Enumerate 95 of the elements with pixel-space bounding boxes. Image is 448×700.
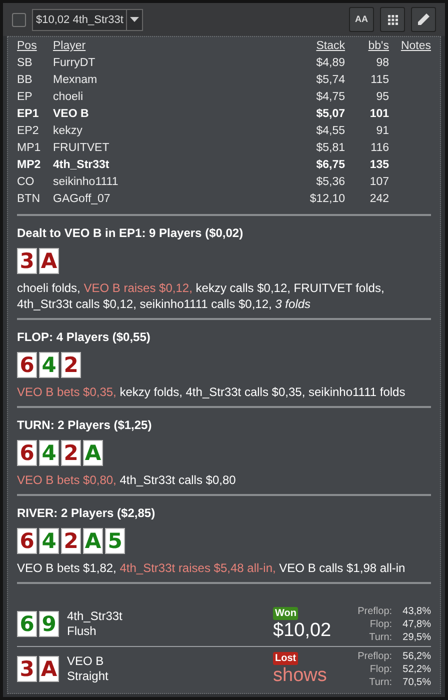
equity-value: 56,2% (402, 650, 431, 662)
pencil-icon (417, 13, 430, 26)
playing-card: 6 (17, 440, 37, 466)
table-cell-text: 116 (370, 141, 389, 156)
table-cell-text: MP2 (17, 158, 42, 173)
table-cell-text: kekzy (53, 124, 84, 139)
result-amount: $10,02 (273, 620, 332, 642)
column-header[interactable]: Player (53, 38, 283, 55)
playing-card: 9 (39, 611, 59, 637)
hand-select[interactable]: $10,02 4th_Str33t (32, 8, 144, 30)
column-header[interactable]: bb's (345, 38, 389, 55)
playing-card: 4 (39, 528, 59, 554)
table-cell-text: EP1 (17, 107, 40, 122)
column-header[interactable]: Pos (17, 38, 53, 55)
font-size-button[interactable]: AA (349, 7, 374, 32)
table-cell-text: $5,07 (315, 107, 345, 122)
playing-card: A (39, 656, 59, 682)
equity-label: Preflop: (356, 604, 392, 618)
table-cell-text: FurryDT (53, 56, 96, 71)
edit-button[interactable] (411, 7, 436, 32)
table-cell-text: 135 (368, 158, 389, 173)
playing-card: 6 (17, 352, 37, 378)
action-text: VEO B bets $0,35, kekzy folds, 4th_Str33t calls $0,35, seikinho1111 folds (17, 384, 406, 400)
table-cell-text: CO (17, 175, 36, 190)
action-text: VEO B bets $1,82, 4th_Str33t raises $5,48 all-in, VEO B calls $1,98 all-in (17, 560, 406, 576)
street-title: Dealt to VEO B in EP1: 9 Players ($0,02) (17, 225, 244, 242)
table-cell-text: 4th_Str33t (53, 158, 110, 173)
table-cell-text: choeli (53, 90, 84, 105)
player-name: VEO B (67, 654, 105, 669)
equity-value: 47,8% (402, 618, 431, 630)
table-cell-text: 115 (370, 73, 389, 88)
table-cell-text: $5,81 (315, 141, 345, 156)
table-cell-text: EP2 (17, 124, 40, 139)
grid-button[interactable] (380, 7, 405, 32)
playing-card: 2 (61, 528, 81, 554)
table-cell-text: BB (17, 73, 34, 88)
equity-value: 70,5% (402, 676, 431, 688)
table-cell-text: $12,10 (308, 192, 345, 207)
playing-card: 4 (39, 440, 59, 466)
playing-card: A (83, 528, 103, 554)
equity-label: Flop: (368, 618, 392, 630)
hand-name: Straight (67, 669, 110, 684)
table-cell-text: $6,75 (315, 158, 345, 173)
equity-label: Flop: (368, 662, 392, 676)
table-cell-text: Mexnam (53, 73, 98, 88)
equity-value: 52,2% (402, 662, 431, 676)
table-cell-text: $4,75 (315, 90, 345, 105)
playing-card: 5 (105, 528, 125, 554)
table-cell-text: FRUITVET (53, 141, 110, 156)
equity-value: 43,8% (402, 604, 431, 618)
street-title: RIVER: 2 Players ($2,85) (17, 505, 156, 522)
equity-label: Turn: (368, 630, 392, 644)
playing-card: 6 (17, 528, 37, 554)
grid-icon (388, 14, 398, 24)
playing-card: A (83, 440, 103, 466)
table-cell-text: MP1 (17, 141, 42, 156)
checkbox[interactable] (12, 12, 26, 26)
table-cell-text: seikinho1111 (53, 175, 120, 190)
playing-card: 6 (17, 611, 37, 637)
action-text: VEO B bets $0,80, 4th_Str33t calls $0,80 (17, 472, 237, 488)
table-cell-text: $5,74 (315, 73, 345, 88)
street-title: TURN: 2 Players ($1,25) (17, 417, 153, 434)
equity-label: Turn: (368, 676, 392, 688)
result-badge: Lost (273, 652, 298, 664)
caret-icon (130, 17, 140, 22)
table-cell-text: 91 (375, 124, 389, 139)
hand-name: Flush (67, 624, 98, 639)
table-cell-text: 98 (375, 56, 389, 71)
table-cell-text: 107 (368, 175, 389, 190)
result-amount: shows (273, 664, 327, 686)
player-name: 4th_Str33t (67, 609, 124, 624)
playing-card: 2 (61, 440, 81, 466)
result-badge: Won (273, 606, 298, 620)
playing-card: A (39, 248, 59, 274)
playing-card: 2 (61, 352, 81, 378)
table-cell-text: GAGoff_07 (53, 192, 112, 207)
table-cell-text: 95 (375, 90, 389, 105)
action-text: choeli folds, VEO B raises $0,12, kekzy calls $0,12, FRUITVET folds, 4th_Str33t calls $0,12, seikinho1111 calls $0,12, 3 folds (17, 280, 386, 312)
table-cell-text: $4,55 (315, 124, 345, 139)
playing-card: 4 (39, 352, 59, 378)
table-cell-text: VEO B (53, 107, 90, 122)
equity-value: 29,5% (402, 630, 431, 644)
playing-card: 3 (17, 248, 37, 274)
table-cell-text: SB (17, 56, 34, 71)
equity-label: Preflop: (356, 650, 392, 662)
table-cell-text: 242 (368, 192, 389, 207)
table-cell-text: BTN (17, 192, 41, 207)
table-cell-text: 101 (368, 107, 389, 122)
playing-card: 3 (17, 656, 37, 682)
table-cell-text: EP (17, 90, 34, 105)
street-title: FLOP: 4 Players ($0,55) (17, 329, 152, 346)
table-cell-text: $5,36 (315, 175, 345, 190)
column-header[interactable]: Stack (283, 38, 345, 55)
column-header[interactable]: Notes (389, 38, 431, 55)
table-cell-text: $4,89 (315, 56, 345, 71)
